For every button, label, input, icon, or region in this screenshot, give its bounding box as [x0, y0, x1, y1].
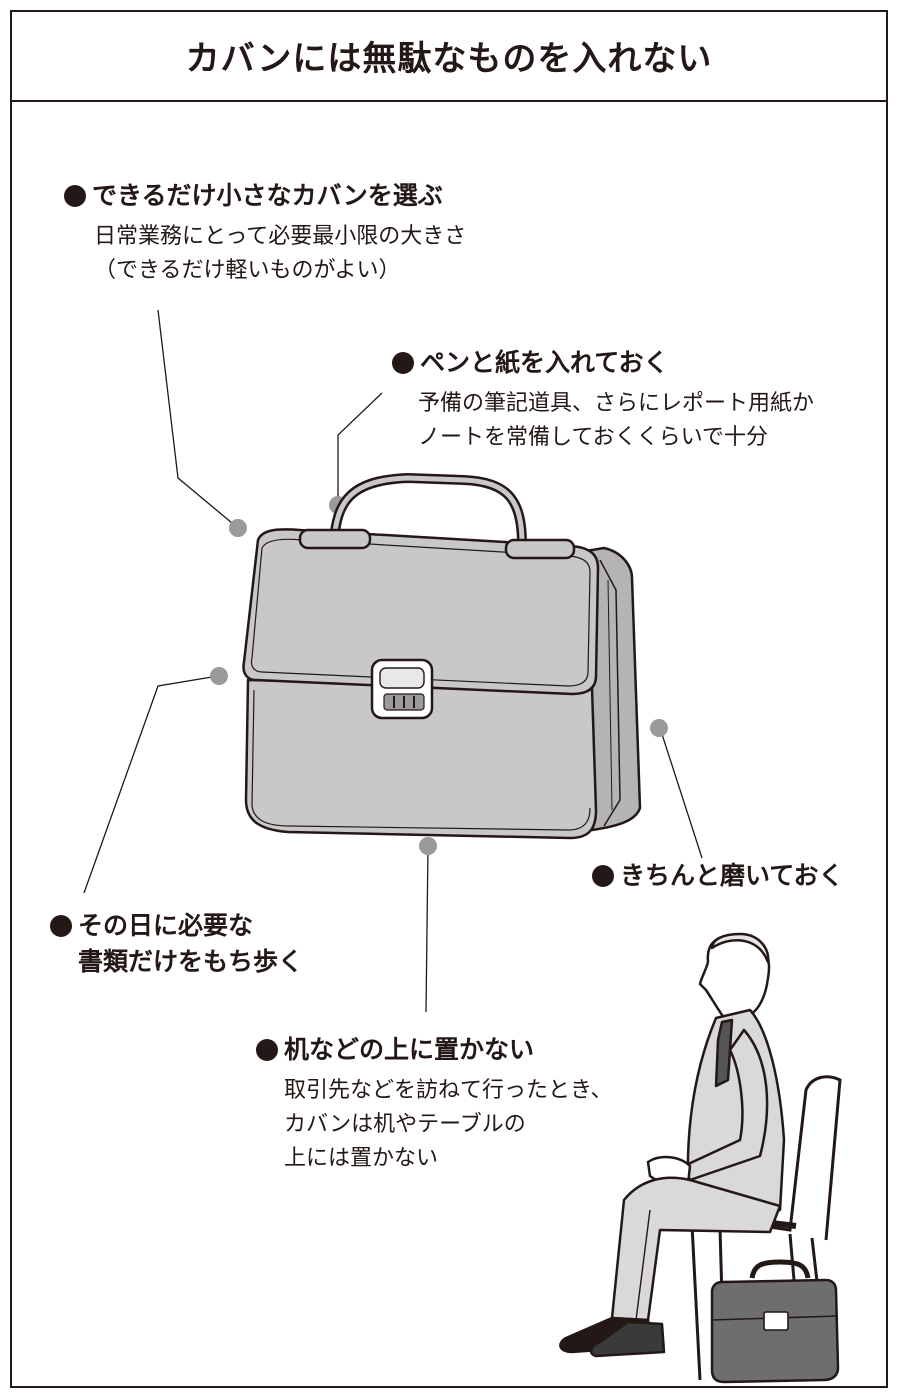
tip-description: 予備の筆記道具、さらにレポート用紙か ノートを常備しておくくらいで十分	[418, 391, 815, 450]
leader-dot-polish	[650, 719, 668, 737]
leader-dot-not-on-desk	[419, 837, 437, 855]
tip-description: 日常業務にとって必要最小限の大きさ （できるだけ軽いものがよい）	[94, 224, 467, 283]
leader-line-polish	[659, 727, 703, 859]
tip-heading: 机などの上に置かない	[256, 1032, 612, 1068]
tip-small-bag: できるだけ小さなカバンを選ぶ 日常業務にとって必要最小限の大きさ （できるだけ軽…	[64, 178, 466, 288]
tip-heading-text: できるだけ小さなカバンを選ぶ	[92, 181, 443, 210]
tip-polish: きちんと磨いておく	[592, 858, 844, 894]
tip-pen-paper: ペンと紙を入れておく 予備の筆記道具、さらにレポート用紙か ノートを常備しておく…	[392, 345, 814, 455]
tip-heading: その日に必要な 書類だけをもち歩く	[50, 908, 303, 980]
tip-heading-text: その日に必要な 書類だけをもち歩く	[78, 911, 304, 976]
tip-heading: ペンと紙を入れておく	[392, 345, 814, 381]
tip-documents: その日に必要な 書類だけをもち歩く	[50, 908, 303, 980]
bullet-icon	[392, 352, 414, 374]
bullet-icon	[64, 185, 86, 207]
tip-heading: できるだけ小さなカバンを選ぶ	[64, 178, 466, 214]
tip-heading-text: きちんと磨いておく	[620, 861, 844, 890]
leader-dot-small-bag	[229, 519, 247, 537]
small-briefcase-illustration	[710, 1259, 840, 1384]
tip-heading: きちんと磨いておく	[592, 858, 844, 894]
tip-heading-text: ペンと紙を入れておく	[420, 348, 669, 377]
tip-not-on-desk: 机などの上に置かない 取引先などを訪ねて行ったとき、 カバンは机やテーブルの 上…	[256, 1032, 612, 1176]
tip-description: 取引先などを訪ねて行ったとき、 カバンは机やテーブルの 上には置かない	[284, 1078, 613, 1171]
tip-heading-text: 机などの上に置かない	[284, 1035, 535, 1064]
bullet-icon	[592, 865, 614, 887]
leader-dot-documents	[210, 667, 228, 685]
briefcase-illustration	[242, 473, 642, 840]
leader-line-documents	[83, 675, 219, 894]
leader-line-small-bag	[157, 309, 239, 529]
bullet-icon	[50, 915, 72, 937]
leader-line-not-on-desk	[425, 845, 429, 1013]
bullet-icon	[256, 1039, 278, 1061]
